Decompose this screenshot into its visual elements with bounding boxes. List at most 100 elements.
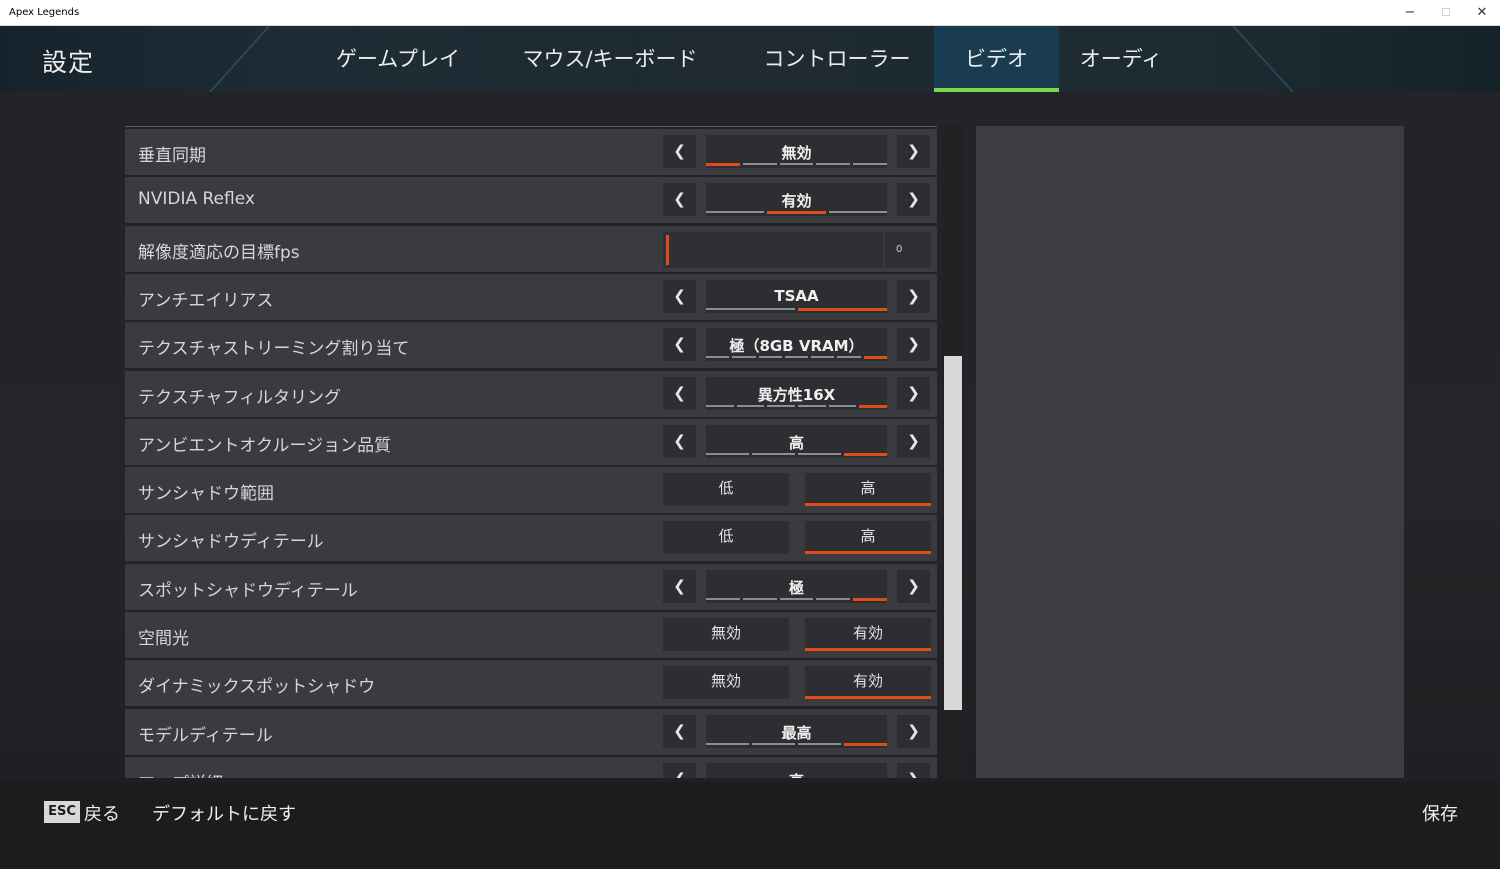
close-icon[interactable]: ✕ bbox=[1464, 0, 1500, 26]
header-decor-line bbox=[194, 26, 270, 92]
chevron-left-icon[interactable]: ❮ bbox=[663, 328, 696, 362]
toggle-option[interactable]: 無効 bbox=[663, 618, 789, 651]
setting-selector[interactable]: TSAA bbox=[706, 279, 887, 313]
save-button[interactable]: 保存 bbox=[1422, 800, 1458, 826]
setting-label: サンシャドウ範囲 bbox=[138, 484, 274, 505]
level-segment bbox=[732, 356, 756, 359]
tab-mouse-keyboard[interactable]: マウス/キーボード bbox=[500, 26, 720, 92]
slider-value[interactable]: 0 bbox=[885, 231, 931, 268]
setting-row: テクスチャフィルタリング ❮ 異方性16X ❯ bbox=[125, 370, 937, 417]
setting-row: マップ詳細 ❮ 高 ❯ bbox=[125, 756, 937, 778]
level-segment bbox=[706, 163, 740, 166]
setting-row: ダイナミックスポットシャドウ 無効 有効 bbox=[125, 660, 937, 707]
setting-selector[interactable]: 無効 bbox=[706, 135, 887, 168]
chevron-left-icon[interactable]: ❮ bbox=[663, 714, 696, 748]
back-button[interactable]: 戻る bbox=[84, 800, 120, 826]
level-segment bbox=[863, 356, 887, 360]
toggle-option[interactable]: 高 bbox=[805, 473, 931, 507]
toggle-option[interactable]: 有効 bbox=[805, 618, 931, 651]
setting-value: 無効 bbox=[781, 144, 812, 162]
level-segment bbox=[828, 404, 857, 407]
setting-label: 空間光 bbox=[138, 629, 189, 649]
setting-label: サンシャドウディテール bbox=[138, 532, 324, 553]
setting-value: 高 bbox=[788, 433, 804, 452]
chevron-left-icon[interactable]: ❮ bbox=[663, 376, 696, 410]
chevron-left-icon[interactable]: ❮ bbox=[663, 279, 696, 313]
chevron-right-icon[interactable]: ❯ bbox=[897, 714, 930, 748]
level-segment bbox=[798, 742, 841, 745]
level-segment bbox=[706, 452, 749, 455]
tab-video[interactable]: ビデオ bbox=[934, 26, 1059, 92]
setting-row: モデルディテール ❮ 最高 ❯ bbox=[125, 708, 937, 755]
setting-value: TSAA bbox=[774, 286, 819, 305]
chevron-right-icon[interactable]: ❯ bbox=[897, 569, 930, 603]
setting-selector[interactable]: 有効 bbox=[706, 183, 887, 217]
setting-row: 空間光 無効 有効 bbox=[125, 612, 937, 658]
setting-row: NVIDIA Reflex ❮ 有効 ❯ bbox=[125, 177, 937, 224]
chevron-right-icon[interactable]: ❯ bbox=[897, 135, 930, 168]
chevron-left-icon[interactable]: ❮ bbox=[663, 569, 696, 603]
chevron-right-icon[interactable]: ❯ bbox=[897, 376, 930, 410]
setting-value: 高 bbox=[706, 770, 887, 778]
chevron-right-icon[interactable]: ❯ bbox=[897, 762, 930, 778]
scrollbar-thumb[interactable] bbox=[944, 356, 962, 710]
setting-row: 解像度適応の目標fps 0 bbox=[125, 225, 937, 272]
setting-value: 有効 bbox=[781, 192, 812, 211]
title-bar: Apex Legends − ☐ ✕ bbox=[0, 0, 1500, 26]
setting-selector[interactable]: 高 bbox=[706, 424, 887, 458]
setting-selector[interactable]: 異方性16X bbox=[706, 376, 888, 410]
level-indicator bbox=[706, 307, 887, 311]
setting-label: ダイナミックスポットシャドウ bbox=[138, 677, 376, 698]
chevron-right-icon[interactable]: ❯ bbox=[897, 424, 930, 458]
toggle-option[interactable]: 有効 bbox=[805, 666, 931, 700]
setting-label: 垂直同期 bbox=[138, 146, 206, 166]
setting-label: アンチエイリアス bbox=[138, 290, 274, 311]
slider-handle[interactable] bbox=[666, 234, 669, 265]
setting-selector[interactable]: 高 bbox=[706, 762, 887, 778]
esc-key-badge[interactable]: ESC bbox=[44, 801, 80, 823]
level-segment bbox=[816, 163, 851, 165]
level-indicator bbox=[706, 356, 887, 360]
chevron-left-icon[interactable]: ❮ bbox=[663, 762, 696, 778]
setting-row: スポットシャドウディテール ❮ 極 ❯ bbox=[125, 563, 937, 610]
chevron-left-icon[interactable]: ❮ bbox=[663, 424, 696, 458]
maximize-icon[interactable]: ☐ bbox=[1428, 0, 1464, 26]
level-indicator bbox=[706, 163, 887, 166]
chevron-left-icon[interactable]: ❮ bbox=[663, 135, 696, 168]
setting-selector[interactable]: 極（8GB VRAM） bbox=[706, 328, 887, 362]
chevron-left-icon[interactable]: ❮ bbox=[663, 183, 696, 217]
fps-slider[interactable] bbox=[663, 231, 883, 268]
level-segment bbox=[798, 404, 826, 407]
level-segment bbox=[767, 404, 796, 407]
reset-defaults-button[interactable]: デフォルトに戻す bbox=[152, 800, 296, 826]
level-segment bbox=[736, 404, 765, 407]
toggle-option[interactable]: 低 bbox=[663, 473, 789, 507]
level-segment bbox=[798, 307, 887, 311]
toggle-option[interactable]: 高 bbox=[805, 521, 931, 555]
setting-label: マップ詳細 bbox=[138, 769, 223, 778]
setting-label: アンビエントオクルージョン品質 bbox=[138, 435, 392, 456]
toggle-option[interactable]: 無効 bbox=[663, 666, 789, 700]
level-indicator bbox=[706, 597, 887, 601]
setting-label: テクスチャストリーミング割り当て bbox=[138, 339, 410, 360]
setting-label: スポットシャドウディテール bbox=[138, 580, 358, 601]
footer: ESC 戻る デフォルトに戻す 保存 bbox=[0, 782, 1500, 869]
level-segment bbox=[828, 211, 887, 214]
setting-selector[interactable]: 最高 bbox=[706, 714, 887, 748]
chevron-right-icon[interactable]: ❯ bbox=[897, 183, 930, 217]
tab-controller[interactable]: コントローラー bbox=[752, 26, 922, 92]
setting-label: モデルディテール bbox=[138, 725, 273, 746]
tab-audio[interactable]: オーディオ bbox=[1070, 26, 1172, 92]
level-segment bbox=[779, 163, 814, 165]
setting-selector[interactable]: 極 bbox=[706, 569, 887, 603]
level-segment bbox=[853, 597, 887, 601]
page-title: 設定 bbox=[42, 48, 95, 77]
setting-row: テクスチャストリーミング割り当て ❮ 極（8GB VRAM） ❯ bbox=[125, 322, 937, 369]
tab-gameplay[interactable]: ゲームプレイ bbox=[325, 26, 471, 92]
minimize-icon[interactable]: − bbox=[1392, 0, 1428, 26]
toggle-option[interactable]: 低 bbox=[663, 521, 789, 555]
settings-list: 垂直同期 ❮ 無効 ❯ NVIDIA Reflex ❮ 有効 ❯ 解像度適応の目標fps 0 アンチ… bbox=[125, 126, 937, 778]
chevron-right-icon[interactable]: ❯ bbox=[897, 279, 930, 313]
setting-row: サンシャドウ範囲 低高 bbox=[125, 467, 937, 514]
chevron-right-icon[interactable]: ❯ bbox=[897, 328, 930, 362]
